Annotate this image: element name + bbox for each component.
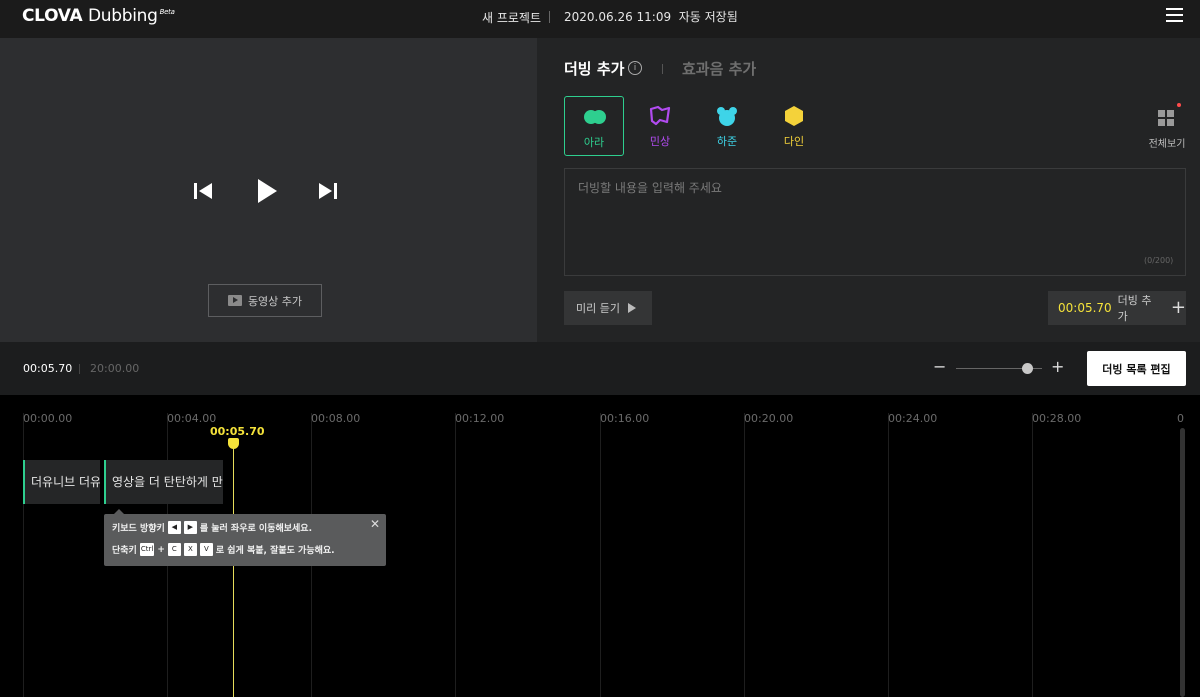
preview-label: 미리 듣기 bbox=[576, 302, 620, 315]
zoom-out-icon[interactable]: − bbox=[933, 357, 946, 376]
project-title[interactable]: 새 프로젝트 bbox=[482, 9, 541, 26]
timeline-tick: 00:04.00 bbox=[167, 412, 217, 425]
tooltip-text: 로 쉽게 복붙, 잘붙도 가능해요. bbox=[215, 546, 335, 556]
logo-product: Dubbing bbox=[87, 6, 158, 26]
timeline-tick: 00:24.00 bbox=[888, 412, 938, 425]
timeline-tick: 00:00.00 bbox=[23, 412, 73, 425]
timeline-gridline bbox=[455, 413, 456, 697]
save-status: 2020.06.26 11:09 자동 저장됨 bbox=[564, 10, 738, 24]
timeline-gridline bbox=[744, 413, 745, 697]
tab-divider bbox=[662, 64, 663, 74]
key-x: X bbox=[183, 543, 197, 556]
zoom-slider-handle[interactable] bbox=[1022, 363, 1033, 374]
total-time: 20:00.00 bbox=[90, 362, 140, 375]
playhead-time-label: 00:05.70 bbox=[210, 425, 265, 438]
timeline-gridline bbox=[1032, 413, 1033, 697]
play-icon[interactable] bbox=[256, 178, 278, 204]
timeline-tick: 00:20.00 bbox=[744, 412, 794, 425]
timeline-tick: 00:16.00 bbox=[600, 412, 650, 425]
current-time: 00:05.70 bbox=[23, 362, 73, 375]
dubbing-text-input[interactable] bbox=[564, 168, 1186, 276]
tooltip-text: 단축키 bbox=[112, 546, 137, 556]
voice-name: 하준 bbox=[716, 135, 738, 148]
time-divider bbox=[79, 364, 80, 374]
key-ctrl: Ctrl bbox=[139, 543, 155, 556]
zoom-in-icon[interactable]: + bbox=[1051, 357, 1064, 376]
edit-dubbing-list-button[interactable]: 더빙 목록 편집 bbox=[1087, 351, 1186, 386]
voice-option-hajun[interactable]: 하준 bbox=[697, 96, 757, 156]
playhead-handle[interactable] bbox=[228, 438, 239, 449]
key-right-arrow: ▶ bbox=[183, 521, 197, 534]
add-dub-label: 더빙 추가 bbox=[1117, 294, 1152, 323]
voice-name: 아라 bbox=[583, 136, 605, 149]
timeline-gridline bbox=[888, 413, 889, 697]
voice-name: 민상 bbox=[649, 135, 671, 148]
view-all-voices-button[interactable]: 전체보기 bbox=[1146, 103, 1188, 150]
key-c: C bbox=[167, 543, 181, 556]
tooltip-text: 키보드 방향키 bbox=[112, 524, 165, 534]
timeline-gridline bbox=[600, 413, 601, 697]
info-icon[interactable]: i bbox=[628, 61, 642, 75]
keyboard-tip-tooltip: 키보드 방향키 ◀ ▶ 를 눌러 좌우로 이동해보세요. 단축키 Ctrl + … bbox=[104, 509, 386, 566]
tab-add-sound-effect[interactable]: 효과음 추가 bbox=[682, 58, 756, 79]
playhead-line bbox=[233, 440, 234, 697]
timeline-gridline bbox=[23, 413, 24, 697]
voice-avatar-icon bbox=[785, 106, 803, 126]
tab-add-dubbing[interactable]: 더빙 추가 bbox=[564, 58, 624, 79]
add-video-label: 동영상 추가 bbox=[247, 294, 303, 308]
key-v: V bbox=[199, 543, 213, 556]
skip-next-icon[interactable] bbox=[318, 182, 338, 200]
voice-avatar-icon bbox=[717, 107, 737, 126]
timeline-tick: 0 bbox=[1177, 412, 1184, 425]
tooltip-plus: + bbox=[157, 544, 165, 555]
add-dub-time: 00:05.70 bbox=[1058, 301, 1112, 315]
view-all-label: 전체보기 bbox=[1148, 139, 1186, 150]
timeline-scrollbar[interactable] bbox=[1180, 428, 1185, 697]
notification-dot bbox=[1177, 103, 1181, 107]
add-video-button[interactable]: 동영상 추가 bbox=[208, 284, 322, 317]
timeline-tick: 00:12.00 bbox=[455, 412, 505, 425]
timeline-tick: 00:08.00 bbox=[311, 412, 361, 425]
logo-brand: CLOVA bbox=[22, 6, 83, 26]
voice-option-minsang[interactable]: 민상 bbox=[630, 96, 690, 156]
key-left-arrow: ◀ bbox=[167, 521, 181, 534]
timeline-tick: 00:28.00 bbox=[1032, 412, 1082, 425]
logo-beta: Beta bbox=[159, 8, 175, 16]
character-count: (0/200) bbox=[1144, 256, 1174, 265]
app-logo[interactable]: CLOVA Dubbing Beta bbox=[22, 6, 175, 26]
play-icon bbox=[627, 303, 636, 313]
voice-option-ara[interactable]: 아라 bbox=[564, 96, 624, 156]
hamburger-menu-icon[interactable] bbox=[1166, 8, 1183, 22]
dubbing-clip[interactable]: 더유니브 더유니 bbox=[23, 460, 100, 504]
plus-icon: + bbox=[1170, 297, 1186, 318]
tooltip-text: 를 눌러 좌우로 이동해보세요. bbox=[199, 524, 313, 534]
skip-previous-icon[interactable] bbox=[193, 182, 213, 200]
add-dubbing-button[interactable]: 00:05.70 더빙 추가 + bbox=[1048, 291, 1186, 325]
voice-option-dain[interactable]: 다인 bbox=[764, 96, 824, 156]
close-icon[interactable]: ✕ bbox=[370, 517, 380, 531]
preview-listen-button[interactable]: 미리 듣기 bbox=[564, 291, 652, 325]
dubbing-clip[interactable]: 영상을 더 탄탄하게 만들 bbox=[104, 460, 223, 504]
grid-icon bbox=[1158, 110, 1175, 127]
voice-avatar-icon bbox=[649, 105, 671, 126]
video-icon bbox=[227, 295, 242, 306]
voice-name: 다인 bbox=[783, 135, 805, 148]
voice-avatar-icon bbox=[584, 110, 606, 124]
header-divider bbox=[549, 11, 550, 23]
